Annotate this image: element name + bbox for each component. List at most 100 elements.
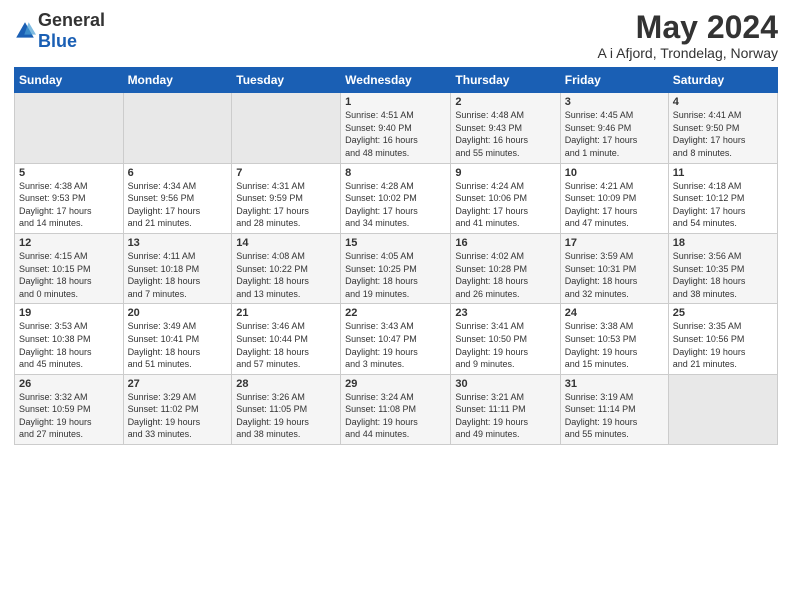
day-info: Sunrise: 4:02 AMSunset: 10:28 PMDaylight… xyxy=(455,250,555,300)
calendar-cell: 18Sunrise: 3:56 AMSunset: 10:35 PMDaylig… xyxy=(668,233,777,303)
day-info: Sunrise: 4:08 AMSunset: 10:22 PMDaylight… xyxy=(236,250,336,300)
day-info: Sunrise: 3:35 AMSunset: 10:56 PMDaylight… xyxy=(673,320,773,370)
calendar-cell: 23Sunrise: 3:41 AMSunset: 10:50 PMDaylig… xyxy=(451,304,560,374)
day-info: Sunrise: 4:18 AMSunset: 10:12 PMDaylight… xyxy=(673,180,773,230)
day-info: Sunrise: 4:45 AMSunset: 9:46 PMDaylight:… xyxy=(565,109,664,159)
day-number: 20 xyxy=(128,307,228,319)
day-info: Sunrise: 4:41 AMSunset: 9:50 PMDaylight:… xyxy=(673,109,773,159)
calendar-cell: 22Sunrise: 3:43 AMSunset: 10:47 PMDaylig… xyxy=(341,304,451,374)
day-info: Sunrise: 3:49 AMSunset: 10:41 PMDaylight… xyxy=(128,320,228,370)
day-info: Sunrise: 4:28 AMSunset: 10:02 PMDaylight… xyxy=(345,180,446,230)
day-number: 22 xyxy=(345,307,446,319)
calendar-cell: 15Sunrise: 4:05 AMSunset: 10:25 PMDaylig… xyxy=(341,233,451,303)
calendar-cell: 28Sunrise: 3:26 AMSunset: 11:05 PMDaylig… xyxy=(232,374,341,444)
calendar-cell: 17Sunrise: 3:59 AMSunset: 10:31 PMDaylig… xyxy=(560,233,668,303)
month-title: May 2024 xyxy=(597,10,778,45)
day-info: Sunrise: 3:19 AMSunset: 11:14 PMDaylight… xyxy=(565,391,664,441)
day-number: 25 xyxy=(673,307,773,319)
calendar-cell: 6Sunrise: 4:34 AMSunset: 9:56 PMDaylight… xyxy=(123,163,232,233)
day-number: 5 xyxy=(19,167,119,179)
day-info: Sunrise: 4:11 AMSunset: 10:18 PMDaylight… xyxy=(128,250,228,300)
day-number: 12 xyxy=(19,237,119,249)
calendar-cell: 25Sunrise: 3:35 AMSunset: 10:56 PMDaylig… xyxy=(668,304,777,374)
day-info: Sunrise: 3:46 AMSunset: 10:44 PMDaylight… xyxy=(236,320,336,370)
day-number: 13 xyxy=(128,237,228,249)
calendar-cell: 8Sunrise: 4:28 AMSunset: 10:02 PMDayligh… xyxy=(341,163,451,233)
day-number: 21 xyxy=(236,307,336,319)
calendar-cell: 30Sunrise: 3:21 AMSunset: 11:11 PMDaylig… xyxy=(451,374,560,444)
day-number: 23 xyxy=(455,307,555,319)
day-number: 10 xyxy=(565,167,664,179)
day-number: 11 xyxy=(673,167,773,179)
col-sunday: Sunday xyxy=(15,68,124,93)
logo-general: General xyxy=(38,10,105,30)
day-info: Sunrise: 3:38 AMSunset: 10:53 PMDaylight… xyxy=(565,320,664,370)
day-info: Sunrise: 3:53 AMSunset: 10:38 PMDaylight… xyxy=(19,320,119,370)
day-info: Sunrise: 4:05 AMSunset: 10:25 PMDaylight… xyxy=(345,250,446,300)
day-number: 24 xyxy=(565,307,664,319)
calendar-week-1: 1Sunrise: 4:51 AMSunset: 9:40 PMDaylight… xyxy=(15,93,778,163)
day-number: 4 xyxy=(673,96,773,108)
page: General Blue May 2024 A i Afjord, Tronde… xyxy=(0,0,792,612)
calendar-cell: 3Sunrise: 4:45 AMSunset: 9:46 PMDaylight… xyxy=(560,93,668,163)
day-number: 18 xyxy=(673,237,773,249)
calendar-cell: 5Sunrise: 4:38 AMSunset: 9:53 PMDaylight… xyxy=(15,163,124,233)
calendar-cell: 11Sunrise: 4:18 AMSunset: 10:12 PMDaylig… xyxy=(668,163,777,233)
header: General Blue May 2024 A i Afjord, Tronde… xyxy=(14,10,778,61)
day-info: Sunrise: 3:32 AMSunset: 10:59 PMDaylight… xyxy=(19,391,119,441)
day-number: 16 xyxy=(455,237,555,249)
day-info: Sunrise: 4:51 AMSunset: 9:40 PMDaylight:… xyxy=(345,109,446,159)
day-number: 26 xyxy=(19,378,119,390)
day-info: Sunrise: 4:31 AMSunset: 9:59 PMDaylight:… xyxy=(236,180,336,230)
calendar-cell: 9Sunrise: 4:24 AMSunset: 10:06 PMDayligh… xyxy=(451,163,560,233)
location: A i Afjord, Trondelag, Norway xyxy=(597,45,778,61)
day-info: Sunrise: 3:41 AMSunset: 10:50 PMDaylight… xyxy=(455,320,555,370)
calendar-cell: 29Sunrise: 3:24 AMSunset: 11:08 PMDaylig… xyxy=(341,374,451,444)
calendar-cell: 1Sunrise: 4:51 AMSunset: 9:40 PMDaylight… xyxy=(341,93,451,163)
day-number: 6 xyxy=(128,167,228,179)
day-info: Sunrise: 3:21 AMSunset: 11:11 PMDaylight… xyxy=(455,391,555,441)
calendar-cell: 19Sunrise: 3:53 AMSunset: 10:38 PMDaylig… xyxy=(15,304,124,374)
calendar-week-5: 26Sunrise: 3:32 AMSunset: 10:59 PMDaylig… xyxy=(15,374,778,444)
day-info: Sunrise: 3:29 AMSunset: 11:02 PMDaylight… xyxy=(128,391,228,441)
calendar-cell xyxy=(123,93,232,163)
calendar-cell: 16Sunrise: 4:02 AMSunset: 10:28 PMDaylig… xyxy=(451,233,560,303)
calendar-cell: 12Sunrise: 4:15 AMSunset: 10:15 PMDaylig… xyxy=(15,233,124,303)
day-info: Sunrise: 3:56 AMSunset: 10:35 PMDaylight… xyxy=(673,250,773,300)
calendar-cell: 21Sunrise: 3:46 AMSunset: 10:44 PMDaylig… xyxy=(232,304,341,374)
col-saturday: Saturday xyxy=(668,68,777,93)
calendar-week-4: 19Sunrise: 3:53 AMSunset: 10:38 PMDaylig… xyxy=(15,304,778,374)
day-info: Sunrise: 3:24 AMSunset: 11:08 PMDaylight… xyxy=(345,391,446,441)
col-monday: Monday xyxy=(123,68,232,93)
day-info: Sunrise: 4:38 AMSunset: 9:53 PMDaylight:… xyxy=(19,180,119,230)
calendar-cell xyxy=(232,93,341,163)
calendar-cell: 27Sunrise: 3:29 AMSunset: 11:02 PMDaylig… xyxy=(123,374,232,444)
calendar-cell: 14Sunrise: 4:08 AMSunset: 10:22 PMDaylig… xyxy=(232,233,341,303)
day-info: Sunrise: 3:26 AMSunset: 11:05 PMDaylight… xyxy=(236,391,336,441)
logo-blue: Blue xyxy=(38,31,77,51)
calendar-cell: 20Sunrise: 3:49 AMSunset: 10:41 PMDaylig… xyxy=(123,304,232,374)
header-right: May 2024 A i Afjord, Trondelag, Norway xyxy=(597,10,778,61)
calendar-cell: 4Sunrise: 4:41 AMSunset: 9:50 PMDaylight… xyxy=(668,93,777,163)
day-number: 7 xyxy=(236,167,336,179)
calendar-week-3: 12Sunrise: 4:15 AMSunset: 10:15 PMDaylig… xyxy=(15,233,778,303)
day-info: Sunrise: 4:48 AMSunset: 9:43 PMDaylight:… xyxy=(455,109,555,159)
calendar-cell: 31Sunrise: 3:19 AMSunset: 11:14 PMDaylig… xyxy=(560,374,668,444)
logo-text: General Blue xyxy=(38,10,105,52)
day-number: 2 xyxy=(455,96,555,108)
day-number: 29 xyxy=(345,378,446,390)
day-number: 3 xyxy=(565,96,664,108)
day-info: Sunrise: 4:34 AMSunset: 9:56 PMDaylight:… xyxy=(128,180,228,230)
day-info: Sunrise: 4:24 AMSunset: 10:06 PMDaylight… xyxy=(455,180,555,230)
calendar-cell: 26Sunrise: 3:32 AMSunset: 10:59 PMDaylig… xyxy=(15,374,124,444)
day-number: 28 xyxy=(236,378,336,390)
day-number: 27 xyxy=(128,378,228,390)
day-number: 15 xyxy=(345,237,446,249)
day-number: 31 xyxy=(565,378,664,390)
day-info: Sunrise: 4:15 AMSunset: 10:15 PMDaylight… xyxy=(19,250,119,300)
col-friday: Friday xyxy=(560,68,668,93)
day-number: 30 xyxy=(455,378,555,390)
day-info: Sunrise: 3:43 AMSunset: 10:47 PMDaylight… xyxy=(345,320,446,370)
day-info: Sunrise: 3:59 AMSunset: 10:31 PMDaylight… xyxy=(565,250,664,300)
col-wednesday: Wednesday xyxy=(341,68,451,93)
